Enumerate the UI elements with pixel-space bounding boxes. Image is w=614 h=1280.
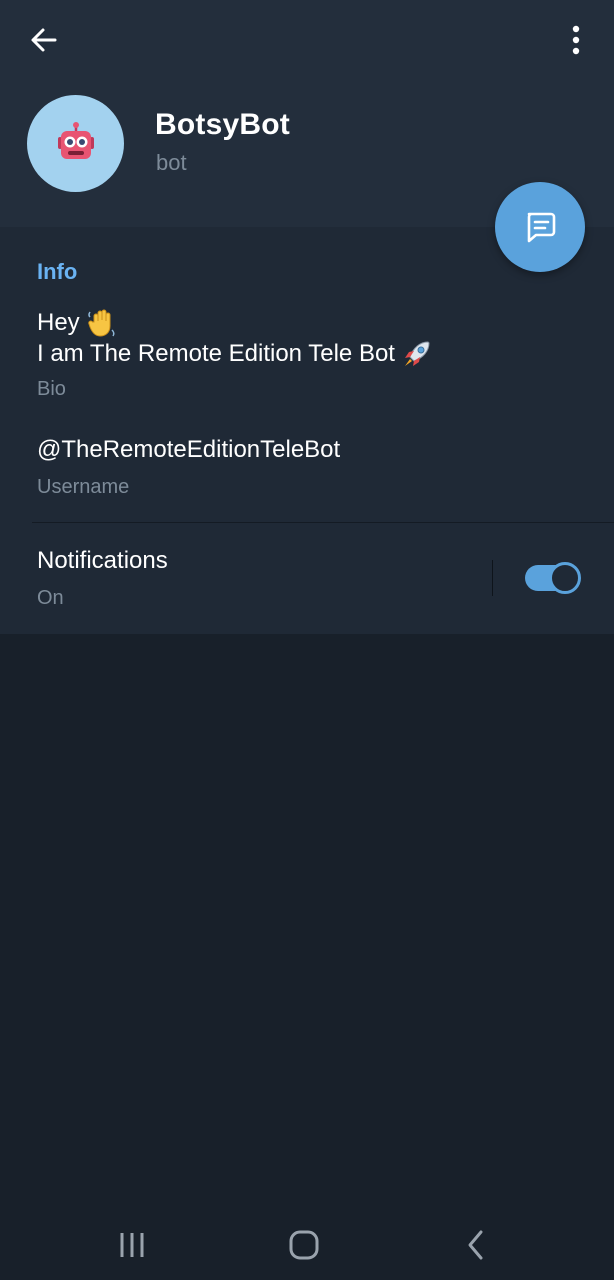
bio-line-2[interactable]: I am The Remote Edition Tele Bot (37, 338, 433, 370)
home-icon (289, 1230, 319, 1260)
profile-status: bot (156, 150, 187, 175)
avatar[interactable] (27, 95, 124, 192)
username-caption: Username (37, 476, 130, 498)
nav-back-button[interactable] (446, 1220, 506, 1270)
back-button[interactable] (20, 20, 68, 60)
home-button[interactable] (274, 1220, 334, 1270)
notifications-label[interactable]: Notifications (37, 547, 168, 575)
waving-hand-icon (86, 308, 116, 338)
toggle-knob (549, 562, 581, 594)
section-title-info: Info (37, 259, 78, 284)
profile-name: BotsyBot (155, 108, 290, 141)
system-navbar (0, 1200, 614, 1280)
divider (32, 522, 614, 523)
send-message-button[interactable] (495, 182, 585, 272)
bio-line-1[interactable]: Hey (37, 308, 116, 338)
bio-text-2: I am The Remote Edition Tele Bot (37, 340, 395, 367)
recent-apps-icon (120, 1233, 144, 1257)
bio-caption: Bio (37, 378, 66, 400)
arrow-left-icon (31, 28, 57, 52)
more-options-button[interactable] (552, 20, 600, 60)
recent-apps-button[interactable] (102, 1220, 162, 1270)
vertical-separator (492, 560, 493, 596)
notifications-toggle[interactable] (525, 562, 581, 594)
notifications-status: On (37, 587, 64, 609)
username[interactable]: @TheRemoteEditionTeleBot (37, 436, 340, 464)
back-icon (468, 1230, 483, 1260)
rocket-icon (401, 338, 433, 370)
bio-text-1: Hey (37, 309, 80, 336)
message-icon (527, 212, 556, 243)
robot-face-icon (57, 121, 94, 159)
more-vertical-icon (572, 25, 580, 55)
